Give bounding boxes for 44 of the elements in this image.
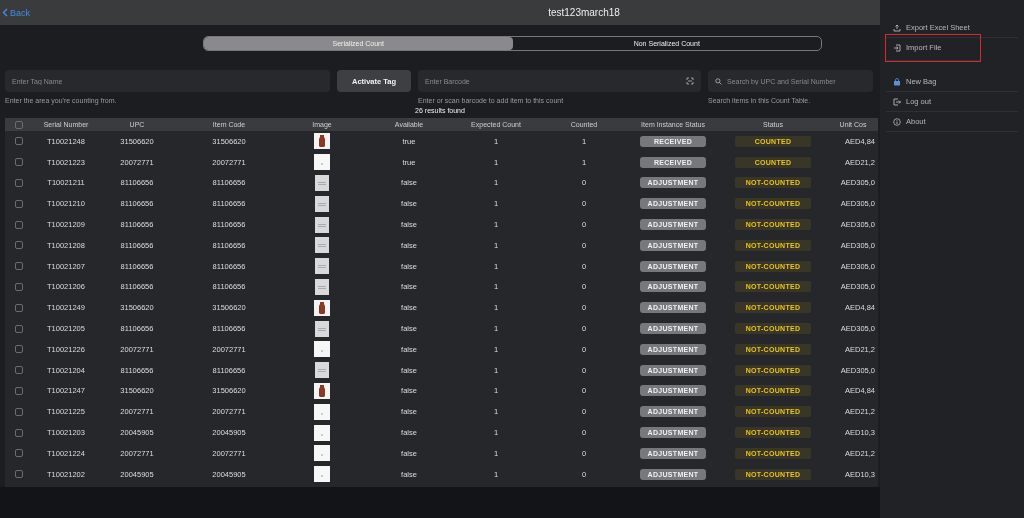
photo-placeholder [314, 278, 330, 295]
photo-placeholder [314, 154, 330, 171]
import-icon [893, 43, 901, 52]
photo-placeholder [314, 445, 330, 462]
search-icon [715, 77, 722, 85]
row-checkbox[interactable] [15, 386, 23, 395]
photo-placeholder [314, 382, 330, 399]
logout-icon [893, 97, 901, 106]
scan-icon[interactable] [686, 77, 694, 85]
photo-placeholder [314, 403, 330, 420]
photo-placeholder [314, 195, 330, 212]
photo-placeholder [314, 299, 330, 316]
info-icon [893, 117, 901, 126]
row-checkbox[interactable] [15, 241, 23, 250]
row-checkbox[interactable] [15, 199, 23, 208]
photo-placeholder [314, 320, 330, 337]
row-checkbox[interactable] [15, 179, 23, 187]
row-checkbox[interactable] [15, 158, 23, 167]
row-checkbox[interactable] [15, 366, 23, 375]
bag-icon [893, 77, 901, 86]
upload-icon [893, 23, 901, 32]
photo-placeholder [314, 466, 330, 483]
select-all-checkbox[interactable] [15, 120, 23, 129]
photo-placeholder [314, 237, 330, 254]
chevron-left-icon [2, 8, 8, 17]
photo-placeholder [314, 341, 330, 358]
row-checkbox[interactable] [15, 282, 23, 291]
row-checkbox[interactable] [15, 262, 23, 271]
photo-placeholder [314, 133, 330, 150]
photo-placeholder [314, 175, 330, 191]
row-checkbox[interactable] [15, 220, 23, 229]
page-title: test123march18 [547, 7, 621, 18]
row-checkbox[interactable] [15, 324, 23, 333]
row-checkbox[interactable] [15, 407, 23, 416]
row-checkbox[interactable] [15, 428, 23, 437]
photo-placeholder [314, 216, 330, 233]
row-checkbox[interactable] [15, 303, 23, 312]
row-checkbox[interactable] [15, 345, 23, 354]
photo-placeholder [314, 362, 330, 379]
row-checkbox[interactable] [15, 470, 23, 479]
photo-placeholder [314, 424, 330, 441]
row-checkbox[interactable] [15, 449, 23, 458]
photo-placeholder [314, 258, 330, 275]
row-checkbox[interactable] [15, 137, 23, 146]
